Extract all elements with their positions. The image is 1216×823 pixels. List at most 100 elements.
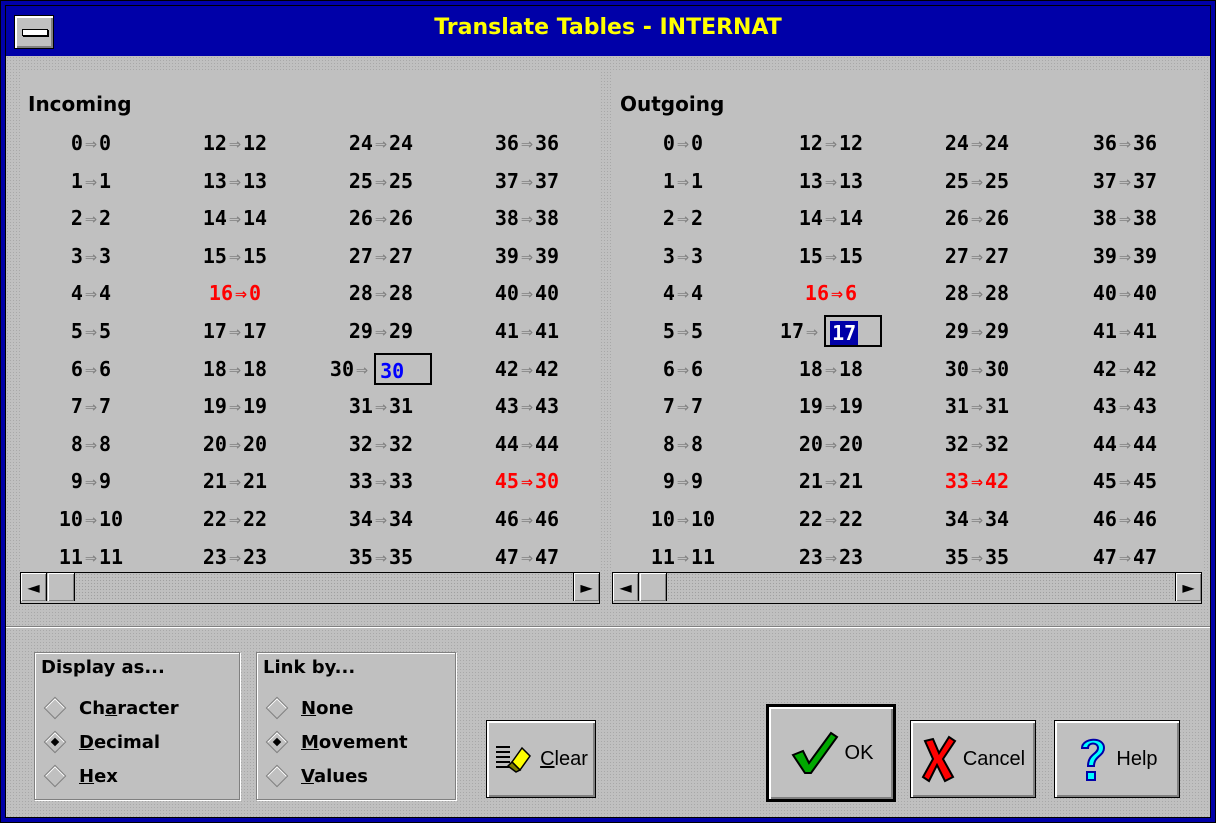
- translation-entry[interactable]: 37 ⇒ 37: [1060, 164, 1190, 198]
- translation-entry[interactable]: 8 ⇒ 8: [618, 427, 748, 461]
- translation-entry[interactable]: 19 ⇒ 19: [766, 389, 896, 423]
- translation-entry[interactable]: 25 ⇒ 25: [912, 164, 1042, 198]
- translation-entry[interactable]: 35 ⇒ 35: [316, 540, 446, 574]
- translation-entry[interactable]: 9 ⇒ 9: [618, 464, 748, 498]
- translation-entry[interactable]: 23 ⇒ 23: [170, 540, 300, 574]
- translation-entry[interactable]: 42 ⇒ 42: [1060, 352, 1190, 386]
- translation-entry[interactable]: 28 ⇒ 28: [316, 276, 446, 310]
- translation-entry[interactable]: 27 ⇒ 27: [912, 239, 1042, 273]
- translation-entry[interactable]: 19 ⇒ 19: [170, 389, 300, 423]
- translation-entry[interactable]: 16 ⇒ 6: [766, 276, 896, 310]
- radio-hex[interactable]: Hex: [43, 761, 118, 791]
- translation-entry[interactable]: 47 ⇒ 47: [1060, 540, 1190, 574]
- translation-entry[interactable]: 25 ⇒ 25: [316, 164, 446, 198]
- ok-button[interactable]: OK: [766, 704, 896, 802]
- translation-entry[interactable]: 31 ⇒ 31: [912, 389, 1042, 423]
- translation-entry[interactable]: 12 ⇒ 12: [766, 126, 896, 160]
- radio-none[interactable]: None: [265, 693, 353, 723]
- target-edit-field[interactable]: 30: [374, 352, 433, 385]
- translation-entry[interactable]: 7 ⇒ 7: [618, 389, 748, 423]
- translation-entry[interactable]: 29 ⇒ 29: [316, 314, 446, 348]
- translation-entry[interactable]: 36 ⇒ 36: [462, 126, 592, 160]
- translation-entry[interactable]: 21 ⇒ 21: [766, 464, 896, 498]
- help-button[interactable]: Help: [1054, 720, 1180, 798]
- translation-entry[interactable]: 22 ⇒ 22: [766, 502, 896, 536]
- radio-decimal[interactable]: Decimal: [43, 727, 160, 757]
- translation-entry[interactable]: 45 ⇒ 45: [1060, 464, 1190, 498]
- translation-entry[interactable]: 39 ⇒ 39: [462, 239, 592, 273]
- translation-entry[interactable]: 6 ⇒ 6: [26, 352, 156, 386]
- translation-entry[interactable]: 4 ⇒ 4: [618, 276, 748, 310]
- translation-entry[interactable]: 38 ⇒ 38: [1060, 201, 1190, 235]
- scroll-right-button[interactable]: ►: [1175, 573, 1201, 601]
- radio-movement[interactable]: Movement: [265, 727, 408, 757]
- translation-entry[interactable]: 20 ⇒ 20: [170, 427, 300, 461]
- incoming-scrollbar[interactable]: ◄ ►: [20, 572, 600, 604]
- scroll-track[interactable]: [667, 573, 1174, 601]
- translation-entry[interactable]: 38 ⇒ 38: [462, 201, 592, 235]
- translation-entry[interactable]: 9 ⇒ 9: [26, 464, 156, 498]
- translation-entry[interactable]: 46 ⇒ 46: [462, 502, 592, 536]
- radio-values[interactable]: Values: [265, 761, 368, 791]
- translation-entry[interactable]: 4 ⇒ 4: [26, 276, 156, 310]
- translation-entry[interactable]: 16 ⇒ 0: [170, 276, 300, 310]
- translation-entry[interactable]: 23 ⇒ 23: [766, 540, 896, 574]
- translation-entry[interactable]: 30 ⇒ 30: [912, 352, 1042, 386]
- translation-entry[interactable]: 6 ⇒ 6: [618, 352, 748, 386]
- target-edit-field[interactable]: 17: [824, 315, 883, 347]
- translation-entry[interactable]: 10 ⇒ 10: [618, 502, 748, 536]
- translation-entry[interactable]: 5 ⇒ 5: [618, 314, 748, 348]
- translation-entry[interactable]: 2 ⇒ 2: [26, 201, 156, 235]
- radio-character[interactable]: Character: [43, 693, 179, 723]
- translation-entry[interactable]: 18 ⇒ 18: [170, 352, 300, 386]
- translation-entry[interactable]: 33 ⇒ 33: [316, 464, 446, 498]
- outgoing-scrollbar[interactable]: ◄ ►: [612, 572, 1202, 604]
- translation-entry[interactable]: 30 ⇒ 30: [316, 352, 446, 386]
- translation-entry[interactable]: 8 ⇒ 8: [26, 427, 156, 461]
- translation-entry[interactable]: 44 ⇒ 44: [462, 427, 592, 461]
- clear-button[interactable]: Clear: [486, 720, 596, 798]
- translation-entry[interactable]: 37 ⇒ 37: [462, 164, 592, 198]
- translation-entry[interactable]: 1 ⇒ 1: [618, 164, 748, 198]
- translation-entry[interactable]: 17 ⇒ 17: [766, 314, 896, 348]
- translation-entry[interactable]: 27 ⇒ 27: [316, 239, 446, 273]
- translation-entry[interactable]: 7 ⇒ 7: [26, 389, 156, 423]
- translation-entry[interactable]: 33 ⇒ 42: [912, 464, 1042, 498]
- translation-entry[interactable]: 17 ⇒ 17: [170, 314, 300, 348]
- translation-entry[interactable]: 20 ⇒ 20: [766, 427, 896, 461]
- translation-entry[interactable]: 34 ⇒ 34: [316, 502, 446, 536]
- translation-entry[interactable]: 15 ⇒ 15: [766, 239, 896, 273]
- translation-entry[interactable]: 32 ⇒ 32: [316, 427, 446, 461]
- translation-entry[interactable]: 13 ⇒ 13: [766, 164, 896, 198]
- translation-entry[interactable]: 41 ⇒ 41: [462, 314, 592, 348]
- translation-entry[interactable]: 29 ⇒ 29: [912, 314, 1042, 348]
- translation-entry[interactable]: 2 ⇒ 2: [618, 201, 748, 235]
- translation-entry[interactable]: 32 ⇒ 32: [912, 427, 1042, 461]
- translation-entry[interactable]: 31 ⇒ 31: [316, 389, 446, 423]
- translation-entry[interactable]: 43 ⇒ 43: [1060, 389, 1190, 423]
- translation-entry[interactable]: 45 ⇒ 30: [462, 464, 592, 498]
- translation-entry[interactable]: 42 ⇒ 42: [462, 352, 592, 386]
- scroll-left-button[interactable]: ◄: [21, 573, 47, 601]
- translation-entry[interactable]: 1 ⇒ 1: [26, 164, 156, 198]
- translation-entry[interactable]: 0 ⇒ 0: [618, 126, 748, 160]
- translation-entry[interactable]: 14 ⇒ 14: [170, 201, 300, 235]
- translation-entry[interactable]: 22 ⇒ 22: [170, 502, 300, 536]
- translation-entry[interactable]: 5 ⇒ 5: [26, 314, 156, 348]
- translation-entry[interactable]: 47 ⇒ 47: [462, 540, 592, 574]
- translation-entry[interactable]: 3 ⇒ 3: [618, 239, 748, 273]
- translation-entry[interactable]: 26 ⇒ 26: [316, 201, 446, 235]
- translation-entry[interactable]: 44 ⇒ 44: [1060, 427, 1190, 461]
- cancel-button[interactable]: Cancel: [910, 720, 1036, 798]
- scroll-right-button[interactable]: ►: [573, 573, 599, 601]
- translation-entry[interactable]: 11 ⇒ 11: [618, 540, 748, 574]
- translation-entry[interactable]: 13 ⇒ 13: [170, 164, 300, 198]
- scroll-track[interactable]: [75, 573, 572, 601]
- translation-entry[interactable]: 43 ⇒ 43: [462, 389, 592, 423]
- translation-entry[interactable]: 41 ⇒ 41: [1060, 314, 1190, 348]
- translation-entry[interactable]: 14 ⇒ 14: [766, 201, 896, 235]
- translation-entry[interactable]: 21 ⇒ 21: [170, 464, 300, 498]
- translation-entry[interactable]: 46 ⇒ 46: [1060, 502, 1190, 536]
- translation-entry[interactable]: 10 ⇒ 10: [26, 502, 156, 536]
- translation-entry[interactable]: 36 ⇒ 36: [1060, 126, 1190, 160]
